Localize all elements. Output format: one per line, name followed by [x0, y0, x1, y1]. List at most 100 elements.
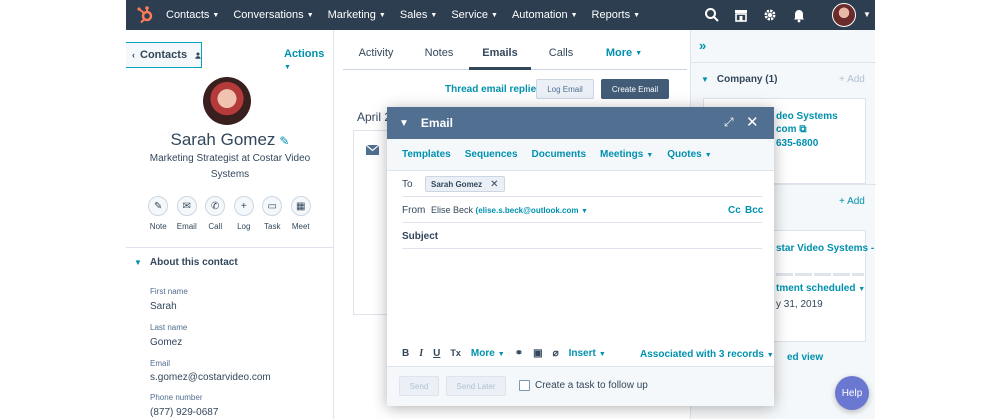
call-action-button[interactable]: ✆ Call: [201, 196, 230, 231]
sequences-button[interactable]: Sequences: [465, 149, 518, 160]
cc-link[interactable]: Cc: [728, 205, 741, 216]
gear-icon[interactable]: [762, 7, 778, 23]
chevron-down-icon: ▼: [633, 11, 641, 19]
divider: [126, 247, 334, 248]
log-email-button[interactable]: Log Email: [536, 79, 594, 99]
email-modal-header: ▼ Email ⤢ ✕: [387, 107, 774, 139]
add-company-link[interactable]: + Add: [839, 74, 865, 85]
user-avatar[interactable]: [832, 3, 856, 27]
chevron-down-icon: ▼: [766, 352, 774, 359]
actions-dropdown[interactable]: Actions ▼: [284, 48, 333, 72]
deal-stage-bar: [833, 273, 850, 276]
plus-icon: +: [233, 196, 254, 216]
chevron-down-icon: ▼: [598, 350, 606, 358]
activity-tabs: Activity Notes Emails Calls More ▼: [343, 42, 687, 70]
external-link-icon: ⧉: [799, 124, 807, 135]
divider: [402, 222, 762, 223]
nav-item-reports[interactable]: Reports ▼: [592, 9, 640, 21]
tab-notes[interactable]: Notes: [409, 42, 469, 70]
add-deal-link[interactable]: + Add: [839, 196, 865, 207]
create-email-button[interactable]: Create Email: [601, 79, 669, 99]
deal-name-link[interactable]: star Video Systems -: [776, 243, 874, 254]
more-format-dropdown[interactable]: More ▼: [471, 348, 505, 359]
company-name-link[interactable]: deo Systems: [776, 111, 838, 122]
associated-records-dropdown[interactable]: Associated with 3 records ▼: [640, 349, 774, 360]
image-icon[interactable]: ▣: [533, 348, 542, 359]
help-button[interactable]: Help: [835, 376, 869, 410]
expand-icon[interactable]: ⤢: [724, 115, 734, 130]
chevron-down-icon[interactable]: ▼: [399, 118, 409, 129]
email-action-button[interactable]: ✉ Email: [173, 196, 202, 231]
property-value-email[interactable]: s.gomez@costarvideo.com: [150, 372, 271, 383]
quotes-dropdown[interactable]: Quotes ▼: [667, 149, 711, 160]
link-icon[interactable]: ⚭: [515, 348, 523, 359]
underline-button[interactable]: U: [433, 348, 440, 359]
meetings-dropdown[interactable]: Meetings ▼: [600, 149, 653, 160]
nav-item-automation[interactable]: Automation ▼: [512, 9, 578, 21]
contact-sidebar: ‹ Contacts Actions ▼ Sarah Gomez ✎ Market…: [126, 30, 334, 419]
clear-format-button[interactable]: Tx: [450, 348, 461, 358]
follow-up-task-checkbox[interactable]: [519, 380, 530, 391]
nav-item-sales[interactable]: Sales ▼: [400, 9, 437, 21]
view-associated-link[interactable]: ed view: [787, 352, 823, 363]
deal-stage-bar: [795, 273, 812, 276]
documents-button[interactable]: Documents: [532, 149, 586, 160]
tab-emails[interactable]: Emails: [469, 42, 531, 70]
tab-calls[interactable]: Calls: [531, 42, 591, 70]
company-section-toggle[interactable]: ▼ Company (1): [701, 74, 777, 85]
double-chevron-right-icon[interactable]: »: [699, 38, 706, 53]
chevron-down-icon: ▼: [497, 350, 505, 358]
note-action-button[interactable]: ✎ Note: [144, 196, 173, 231]
chevron-down-icon: ▼: [212, 11, 220, 19]
templates-button[interactable]: Templates: [402, 149, 451, 160]
nav-item-service[interactable]: Service ▼: [451, 9, 498, 21]
company-domain-link[interactable]: com ⧉: [776, 124, 806, 135]
subject-input[interactable]: Subject: [402, 231, 438, 242]
deal-stage-dropdown[interactable]: tment scheduled ▼: [776, 283, 865, 294]
company-phone-link[interactable]: 635-6800: [776, 138, 818, 149]
tab-more[interactable]: More ▼: [591, 42, 657, 70]
bold-button[interactable]: B: [402, 348, 409, 359]
send-later-button[interactable]: Send Later: [446, 376, 506, 396]
follow-up-task-label[interactable]: Create a task to follow up: [535, 380, 648, 391]
log-action-button[interactable]: + Log: [230, 196, 259, 231]
chevron-down-icon: ▼: [646, 152, 654, 159]
chevron-down-icon: ▼: [378, 11, 386, 19]
property-value-first-name[interactable]: Sarah: [150, 301, 177, 312]
bell-icon[interactable]: [791, 7, 807, 23]
divider: [402, 196, 762, 197]
search-icon[interactable]: [704, 7, 720, 23]
chevron-down-icon[interactable]: ▼: [863, 10, 871, 19]
close-icon[interactable]: ✕: [746, 113, 759, 131]
top-nav: Contacts ▼ Conversations ▼ Marketing ▼ Sale…: [126, 0, 875, 30]
nav-item-marketing[interactable]: Marketing ▼: [328, 9, 386, 21]
deal-close-date: y 31, 2019: [776, 299, 823, 310]
bcc-link[interactable]: Bcc: [745, 205, 763, 216]
send-button[interactable]: Send: [399, 376, 439, 396]
nav-item-conversations[interactable]: Conversations ▼: [233, 9, 313, 21]
remove-recipient-icon[interactable]: ✕: [490, 179, 498, 190]
property-label-email: Email: [150, 359, 171, 368]
insert-dropdown[interactable]: Insert ▼: [569, 348, 606, 359]
marketplace-icon[interactable]: [733, 7, 749, 23]
from-sender-dropdown[interactable]: Elise Beck (elise.s.beck@outlook.com ▼: [431, 205, 588, 215]
recipient-chip[interactable]: Sarah Gomez ✕: [425, 176, 505, 192]
thread-email-replies-link[interactable]: Thread email replies: [445, 84, 542, 95]
hubspot-logo-icon[interactable]: [136, 5, 156, 25]
tab-activity[interactable]: Activity: [343, 42, 409, 70]
task-action-button[interactable]: ▭ Task: [258, 196, 287, 231]
meet-action-button[interactable]: ▦ Meet: [287, 196, 316, 231]
contact-avatar[interactable]: [203, 77, 251, 125]
about-section-toggle[interactable]: ▼ About this contact: [134, 257, 238, 268]
main-menu: Contacts ▼ Conversations ▼ Marketing ▼ Sale…: [166, 0, 654, 30]
back-to-contacts-button[interactable]: ‹ Contacts: [126, 42, 202, 68]
pencil-icon[interactable]: ✎: [279, 134, 289, 148]
attachment-icon[interactable]: ⌀: [553, 348, 559, 359]
chevron-left-icon: ‹: [132, 50, 135, 60]
nav-item-contacts[interactable]: Contacts ▼: [166, 9, 219, 21]
italic-button[interactable]: I: [419, 348, 423, 359]
email-composer-modal: ▼ Email ⤢ ✕ Templates Sequences Document…: [387, 107, 774, 406]
property-value-last-name[interactable]: Gomez: [150, 337, 182, 348]
chevron-down-icon: ▼: [581, 208, 588, 215]
property-value-phone[interactable]: (877) 929-0687: [150, 407, 218, 418]
